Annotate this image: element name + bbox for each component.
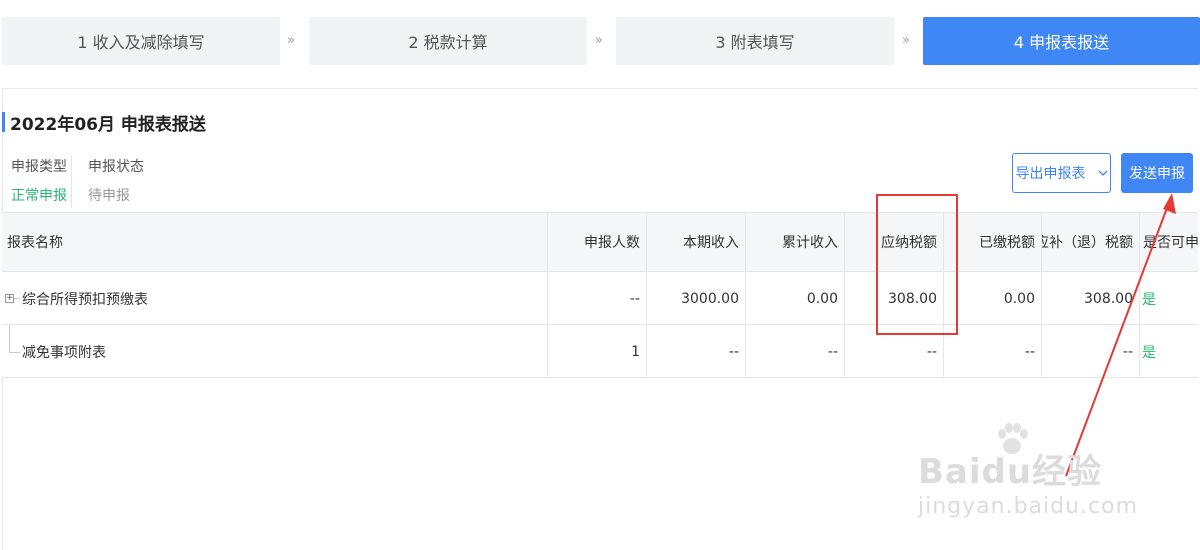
watermark-brand: Baidu经验 [918, 452, 1103, 492]
watermark-url: jingyan.baidu.com [918, 494, 1139, 519]
